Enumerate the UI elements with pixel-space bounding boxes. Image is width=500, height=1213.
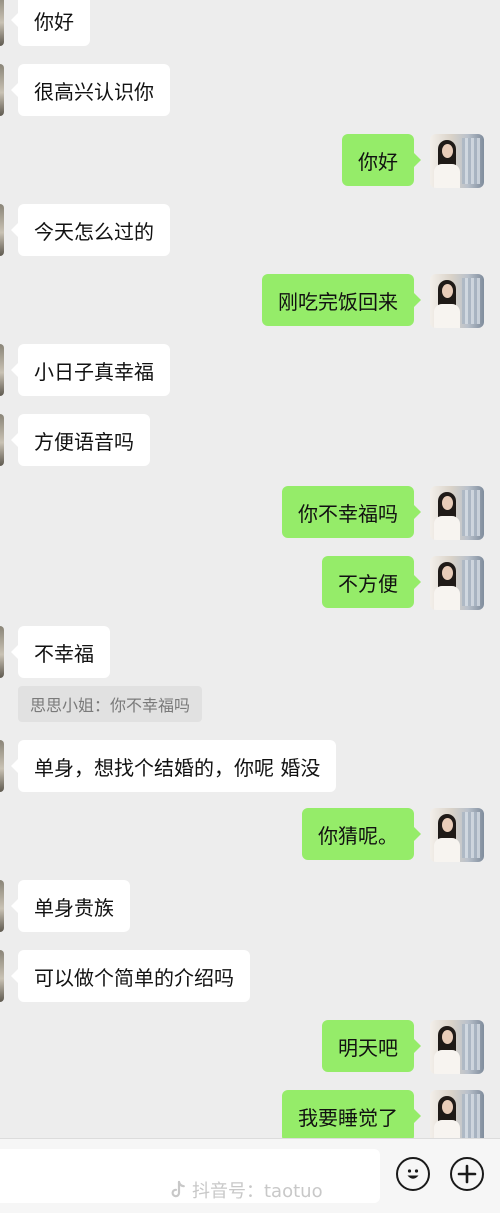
user-avatar[interactable] [430,808,484,862]
incoming-message-bubble[interactable]: 方便语音吗 [11,414,150,466]
avatar-photo-body [434,164,460,188]
avatar-photo-face [442,818,453,832]
user-avatar[interactable] [430,486,484,540]
incoming-message-bubble[interactable]: 单身，想找个结婚的，你呢 婚没 [10,740,337,792]
message-row: 你好 [0,0,500,50]
message-text: 你猜呢。 [318,823,398,848]
message-text: 很高兴认识你 [34,79,154,104]
message-text: 刚吃完饭回来 [278,289,398,314]
message-row: 今天怎么过的 [0,204,500,260]
message-row: 单身贵族 [0,880,500,936]
quoted-message[interactable]: 思思小姐：你不幸福吗 [18,686,203,722]
message-row: 很高兴认识你 [0,64,500,120]
message-text: 可以做个简单的介绍吗 [34,965,234,990]
outgoing-message-bubble[interactable]: 不方便 [322,556,421,608]
watermark-text: 抖音号：taotuo [192,1181,323,1202]
message-text: 小日子真幸福 [34,359,154,384]
avatar-photo-window [462,490,480,536]
contact-avatar[interactable] [0,950,4,1002]
plus-icon [457,1164,477,1184]
outgoing-message-bubble[interactable]: 明天吧 [322,1020,421,1072]
avatar-photo-body [434,586,460,610]
tiktok-logo-icon [171,1180,185,1198]
message-row: 可以做个简单的介绍吗 [0,950,500,1006]
message-row: 方便语音吗 [0,414,500,470]
message-row: 不幸福 [0,626,500,682]
emoji-button[interactable] [396,1157,430,1191]
more-button[interactable] [450,1157,484,1191]
user-avatar[interactable] [430,134,484,188]
chat-area[interactable]: 你好 很高兴认识你 你好 今天怎么过的 刚吃完饭回来 小日子真幸福 方便语音吗 你不幸福吗 不方… [0,0,500,1138]
message-text: 不方便 [338,571,398,596]
watermark: 抖音号：taotuo [168,1177,323,1203]
message-row: 我要睡觉了 [0,1090,500,1138]
incoming-message-bubble[interactable]: 单身贵族 [11,880,130,932]
message-input[interactable]: 抖音号：taotuo [0,1149,380,1203]
message-row: 你猜呢。 [0,808,500,864]
message-text: 不幸福 [34,641,94,666]
message-row: 你不幸福吗 [0,486,500,542]
user-avatar[interactable] [430,1090,484,1138]
outgoing-message-bubble[interactable]: 刚吃完饭回来 [262,274,421,326]
contact-avatar[interactable] [0,0,4,46]
message-text: 单身贵族 [34,895,114,920]
message-text: 我要睡觉了 [298,1105,398,1130]
avatar-photo-window [462,560,480,606]
contact-avatar[interactable] [0,740,4,792]
contact-avatar[interactable] [0,414,4,466]
message-text: 单身，想找个结婚的，你呢 婚没 [34,755,321,780]
message-text: 你不幸福吗 [298,501,398,526]
incoming-message-bubble[interactable]: 很高兴认识你 [11,64,170,116]
user-avatar[interactable] [430,556,484,610]
incoming-message-bubble[interactable]: 今天怎么过的 [11,204,170,256]
avatar-photo-face [442,1100,453,1114]
avatar-photo-body [434,1050,460,1074]
message-row: 单身，想找个结婚的，你呢 婚没 [0,740,500,796]
contact-avatar[interactable] [0,64,4,116]
outgoing-message-bubble[interactable]: 我要睡觉了 [282,1090,421,1138]
contact-avatar[interactable] [0,344,4,396]
avatar-photo-body [434,838,460,862]
avatar-photo-face [442,1030,453,1044]
message-text: 方便语音吗 [34,429,134,454]
smiley-face-icon [407,1169,419,1179]
quoted-message-text: 思思小姐：你不幸福吗 [30,696,191,715]
outgoing-message-bubble[interactable]: 你不幸福吗 [282,486,421,538]
avatar-photo-face [442,284,453,298]
incoming-message-bubble[interactable]: 小日子真幸福 [11,344,170,396]
avatar-photo-body [434,1120,460,1138]
avatar-photo-window [462,278,480,324]
incoming-message-bubble[interactable]: 可以做个简单的介绍吗 [11,950,250,1002]
message-row: 小日子真幸福 [0,344,500,400]
incoming-message-bubble[interactable]: 你好 [11,0,90,46]
avatar-photo-window [462,812,480,858]
message-text: 今天怎么过的 [34,219,154,244]
incoming-message-bubble[interactable]: 不幸福 [11,626,110,678]
avatar-photo-window [462,138,480,184]
contact-avatar[interactable] [0,880,4,932]
message-text: 你好 [34,9,74,34]
user-avatar[interactable] [430,274,484,328]
avatar-photo-face [442,566,453,580]
user-avatar[interactable] [430,1020,484,1074]
avatar-photo-window [462,1024,480,1070]
contact-avatar[interactable] [0,626,4,678]
avatar-photo-window [462,1094,480,1138]
message-text: 明天吧 [338,1035,398,1060]
input-bar: 抖音号：taotuo [0,1138,500,1213]
avatar-photo-face [442,496,453,510]
message-row: 不方便 [0,556,500,612]
outgoing-message-bubble[interactable]: 你猜呢。 [302,808,421,860]
contact-avatar[interactable] [0,204,4,256]
message-text: 你好 [358,149,398,174]
outgoing-message-bubble[interactable]: 你好 [342,134,421,186]
avatar-photo-body [434,304,460,328]
message-row: 明天吧 [0,1020,500,1076]
avatar-photo-face [442,144,453,158]
message-row: 你好 [0,134,500,190]
avatar-photo-body [434,516,460,540]
message-row: 刚吃完饭回来 [0,274,500,330]
